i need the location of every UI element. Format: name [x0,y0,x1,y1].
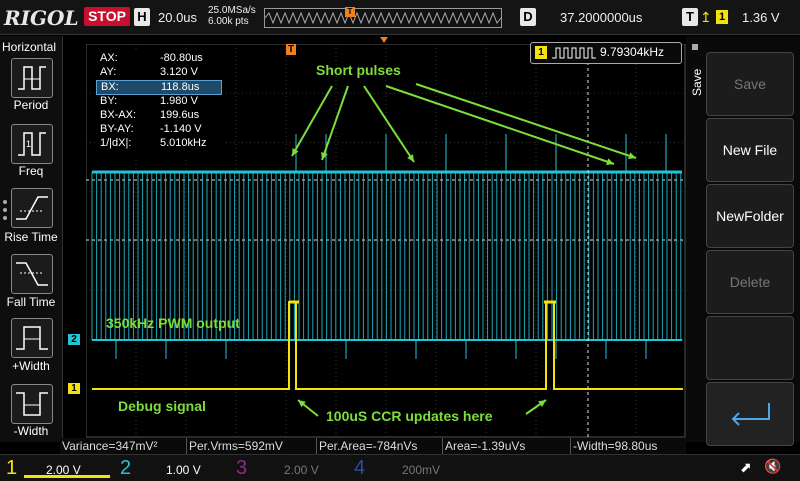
delay-label: D [520,8,536,26]
trigger-position-marker: T [345,7,355,17]
trigger-level[interactable]: 1.36 V [742,10,780,25]
right-menu-title: Save [690,68,704,96]
ch1-active-bar [24,475,110,478]
ch4-tab[interactable]: 4 200mV [348,455,460,481]
sample-info: 25.0MSa/s 6.00k pts [208,5,256,27]
new-file-button[interactable]: New File [706,118,794,182]
measurement-item[interactable]: Per.Area=-784nVs [316,438,443,454]
freq-button[interactable]: 1 [11,124,53,164]
ch1-level-marker[interactable]: 1 [68,383,80,394]
memory-depth: 6.00k pts [208,16,249,27]
horizontal-label: H [134,8,150,26]
ch4-number: 4 [354,457,366,479]
neg-width-label: -Width [13,424,49,438]
cursor-row: BX-AX: 199.6us [100,109,200,121]
measurement-item[interactable]: Area=-1.39uVs [442,438,569,454]
period-icon [18,66,46,90]
cursor-readout: AX: -80.80us AY: 3.120 V BX: 118.8us BY: 1.9… [96,52,224,160]
freq-label: Freq [18,164,44,178]
ch3-number: 3 [236,457,248,479]
fall-time-label: Fall Time [6,295,56,309]
menu-indicator [692,44,698,50]
ch2-tab[interactable]: 2 1.00 V [116,455,228,481]
frequency-value: 9.79304kHz [600,45,665,59]
channel-bar: 1 2.00 V 2 1.00 V 3 2.00 V 4 200mV ⬈ 🔇 [0,454,800,481]
ch4-scale: 200mV [402,463,441,477]
memory-waveform-icon [265,11,501,25]
ccr-updates-annotation: 100uS CCR updates here [326,408,493,424]
trigger-label: T [682,8,698,26]
rise-time-button[interactable] [11,188,53,228]
measurement-bar: Variance=347mV² Per.Vrms=592mV Per.Area=… [60,438,686,454]
delete-button[interactable]: Delete [706,250,794,314]
empty-softkey[interactable] [706,316,794,380]
usb-icon: ⬈ [740,459,752,475]
ch2-level-marker[interactable]: 2 [68,334,80,345]
ch3-scale: 2.00 V [284,463,319,477]
pos-width-button[interactable] [11,318,53,358]
neg-width-button[interactable] [11,384,53,424]
ch1-number: 1 [6,457,18,479]
measurement-item[interactable]: -Width=98.80us [570,438,683,454]
memory-overview-strip[interactable]: T [264,7,502,28]
timebase-value[interactable]: 20.0us [158,10,197,25]
cursor-row: 1/|dX|: 5.010kHz [100,137,207,149]
rising-edge-icon: ↥ [700,9,712,25]
rigol-logo: RIGOL [4,6,79,30]
cursor-row: BY-AY: -1.140 V [100,123,202,135]
return-button[interactable] [706,382,794,446]
neg-width-icon [16,392,48,416]
new-folder-button[interactable]: NewFolder [706,184,794,248]
ch2-scale: 1.00 V [166,463,201,477]
run-stop-indicator[interactable]: STOP [84,7,130,26]
left-menu-title: Horizontal [2,40,57,54]
pos-width-icon [16,326,48,350]
freq-icon: 1 [18,132,46,156]
trigger-position-top: T [286,44,296,55]
ch3-tab[interactable]: 3 2.00 V [232,455,344,481]
sample-rate: 25.0MSa/s [208,5,256,16]
square-wave-icon [552,47,596,59]
fall-time-icon [16,262,48,286]
cursor-row-selected[interactable]: BX: 118.8us [96,80,222,95]
ch2-number: 2 [120,457,132,479]
trigger-point-icon [380,37,388,43]
pwm-output-annotation: 350kHz PWM output [106,315,240,331]
measurement-item[interactable]: Per.Vrms=592mV [186,438,315,454]
rise-time-icon [16,196,48,220]
rise-time-label: Rise Time [4,230,58,244]
measurement-item[interactable]: Variance=347mV² [60,438,184,454]
cursor-row: AX: -80.80us [100,52,203,64]
trigger-source-badge[interactable]: 1 [716,10,728,24]
cursor-row: AY: 3.120 V [100,66,198,78]
cursor-row: BY: 1.980 V [100,95,198,107]
ch1-tab[interactable]: 1 2.00 V [0,455,112,481]
speaker-muted-icon[interactable]: 🔇 [764,458,781,475]
pos-width-label: +Width [12,359,50,373]
save-button[interactable]: Save [706,52,794,116]
fall-time-button[interactable] [11,254,53,294]
delay-value[interactable]: 37.2000000us [560,10,642,25]
menu-page-dots [3,200,7,224]
period-label: Period [13,98,49,112]
short-pulses-annotation: Short pulses [316,62,401,78]
freq-counter-channel: 1 [535,46,547,59]
period-button[interactable] [11,58,53,98]
svg-text:1: 1 [26,139,31,149]
debug-signal-annotation: Debug signal [118,398,206,414]
return-arrow-icon [731,403,770,426]
